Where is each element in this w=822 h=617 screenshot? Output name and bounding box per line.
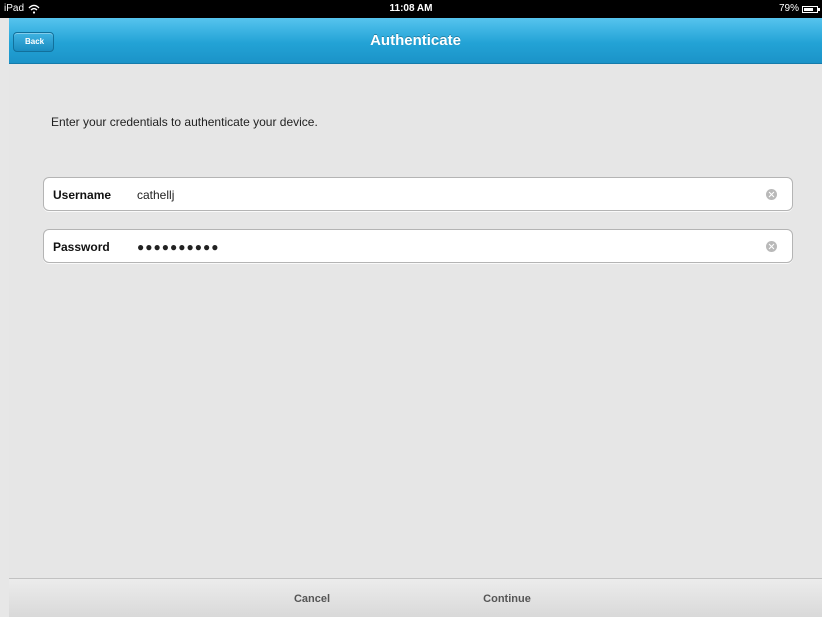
- battery-icon: [802, 5, 820, 13]
- password-label: Password: [53, 240, 110, 254]
- username-label: Username: [53, 188, 112, 202]
- page-title: Authenticate: [370, 32, 461, 49]
- instructions-text: Enter your credentials to authenticate y…: [51, 115, 318, 129]
- username-field[interactable]: Username cathellj: [43, 177, 793, 211]
- username-input[interactable]: cathellj: [137, 178, 174, 212]
- battery-percentage: 79%: [778, 3, 799, 14]
- password-field[interactable]: Password ●●●●●●●●●●: [43, 229, 793, 263]
- cancel-button[interactable]: Cancel: [271, 586, 353, 612]
- status-right: 79%: [778, 0, 820, 18]
- bottom-toolbar: Cancel Continue: [9, 578, 822, 617]
- content-area: Enter your credentials to authenticate y…: [9, 64, 822, 578]
- battery-fill: [804, 7, 814, 11]
- password-input[interactable]: ●●●●●●●●●●: [137, 230, 219, 264]
- clear-icon[interactable]: [766, 189, 777, 200]
- status-bar: iPad 11:08 AM 79%: [0, 0, 822, 18]
- screen: iPad 11:08 AM 79% Back Authenticate Ente…: [0, 0, 822, 617]
- clear-icon[interactable]: [766, 241, 777, 252]
- status-time: 11:08 AM: [389, 3, 433, 14]
- battery-tip: [818, 7, 820, 11]
- nav-bar: Back Authenticate: [9, 18, 822, 64]
- continue-button[interactable]: Continue: [461, 586, 553, 612]
